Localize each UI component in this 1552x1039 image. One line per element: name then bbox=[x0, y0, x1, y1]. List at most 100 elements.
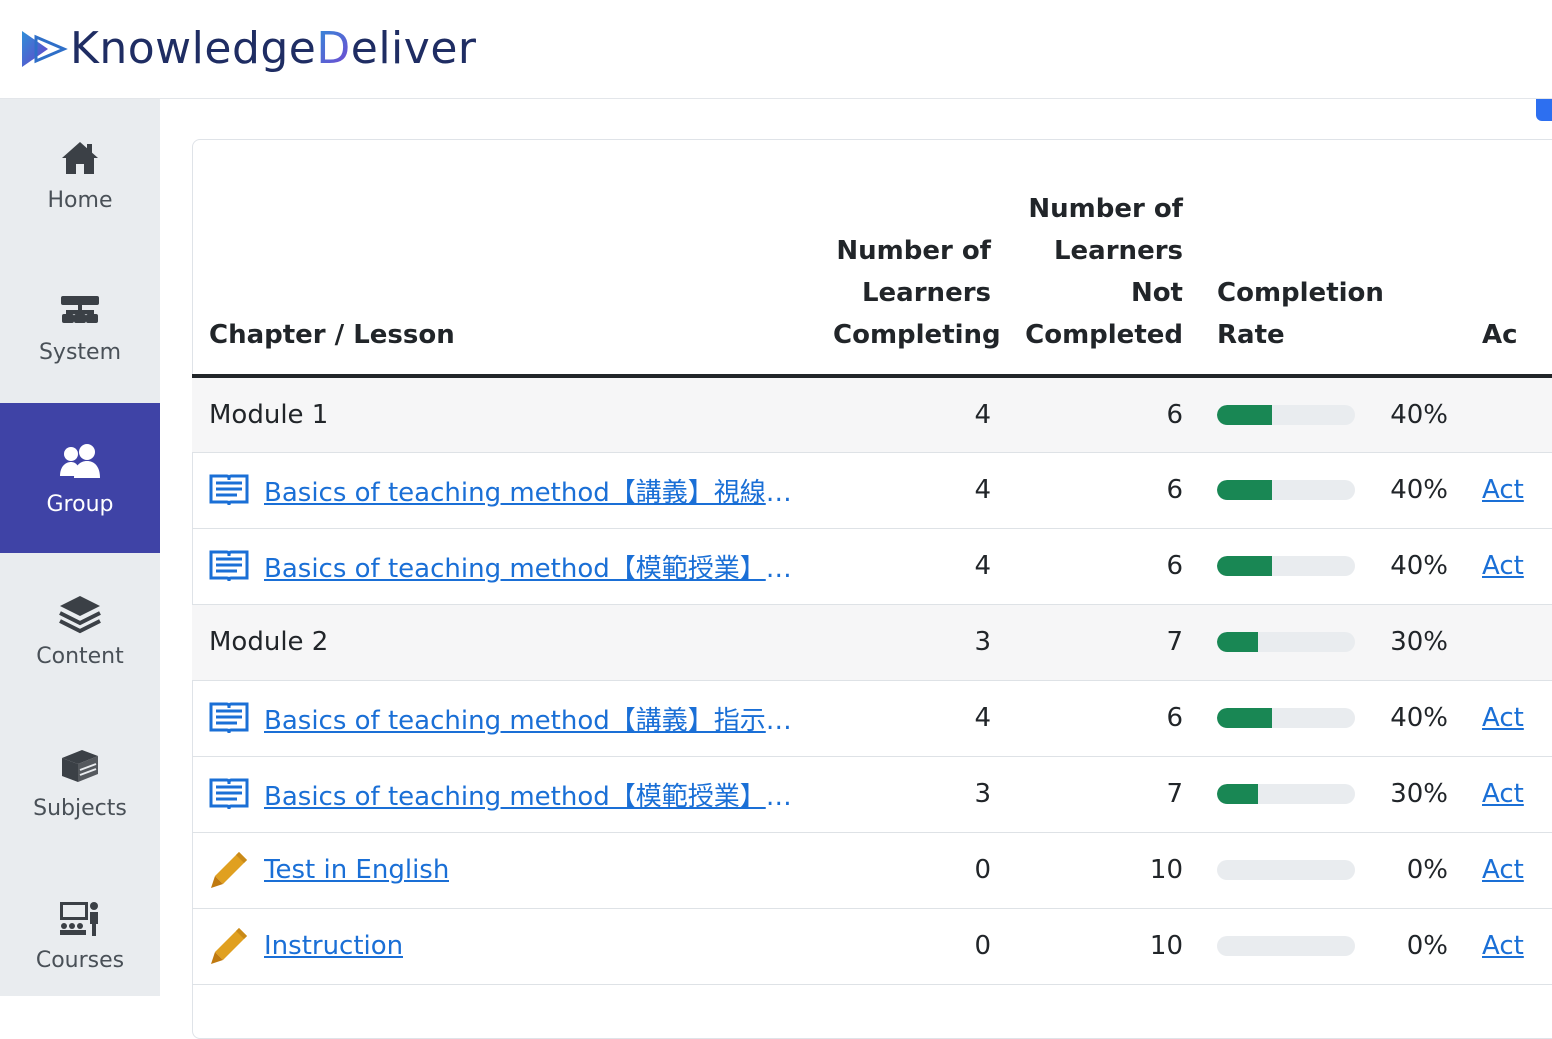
sidebar-item-system[interactable]: System bbox=[0, 251, 160, 401]
pencil-icon bbox=[209, 852, 249, 888]
app-header: KnowledgeDeliver bbox=[0, 0, 1552, 99]
lesson-row: Basics of teaching method【模範授業】指示… 3 7 30% A… bbox=[192, 756, 1552, 833]
column-header-not-completed[interactable]: Number of Learners Not Completed bbox=[1008, 99, 1200, 378]
actions-cell: Act bbox=[1465, 756, 1552, 833]
completion-rate-text: 30% bbox=[1390, 627, 1448, 657]
logo-mark-icon bbox=[22, 31, 68, 67]
lesson-row: Basics of teaching method【講義】視線（集… 4 6 40% A… bbox=[192, 452, 1552, 529]
progress-bar bbox=[1217, 480, 1355, 500]
completion-rate-cell: 40% bbox=[1200, 452, 1465, 529]
actions-cell bbox=[1465, 376, 1552, 453]
progress-bar bbox=[1217, 632, 1355, 652]
action-link[interactable]: Act bbox=[1482, 855, 1524, 885]
book-open-icon bbox=[209, 472, 249, 508]
sidebar-item-group[interactable]: Group bbox=[0, 403, 160, 553]
action-link[interactable]: Act bbox=[1482, 475, 1524, 505]
title-cell: Basics of teaching method【講義】指示（集… bbox=[192, 680, 816, 757]
column-header-completion-rate[interactable]: Completion Rate bbox=[1200, 99, 1465, 378]
brand-logo[interactable]: KnowledgeDeliver bbox=[18, 20, 476, 76]
lesson-row: Test in English 0 10 0% Act bbox=[192, 832, 1552, 909]
not-completed-count: 6 bbox=[1008, 528, 1200, 605]
completion-rate-cell: 30% bbox=[1200, 604, 1465, 681]
module-title: Module 2 bbox=[209, 627, 329, 657]
completing-count: 4 bbox=[816, 528, 1008, 605]
completing-count: 0 bbox=[816, 832, 1008, 909]
book-open-icon bbox=[209, 700, 249, 736]
completion-rate-cell: 40% bbox=[1200, 528, 1465, 605]
sidebar-item-courses[interactable]: Courses bbox=[0, 859, 160, 1009]
actions-cell: Act bbox=[1465, 680, 1552, 757]
progress-bar bbox=[1217, 708, 1355, 728]
book-stack-icon bbox=[58, 744, 102, 788]
module-title: Module 1 bbox=[209, 399, 329, 430]
lesson-link[interactable]: Basics of teaching method【講義】指示（集… bbox=[264, 700, 799, 737]
pencil-icon bbox=[209, 928, 249, 964]
progress-bar-fill bbox=[1217, 784, 1259, 804]
completing-count: 4 bbox=[816, 680, 1008, 757]
column-header-completing[interactable]: Number of Learners Completing bbox=[816, 99, 1008, 378]
lesson-link[interactable]: Test in English bbox=[264, 855, 449, 885]
not-completed-count: 7 bbox=[1008, 604, 1200, 681]
completion-rate-text: 0% bbox=[1406, 931, 1448, 961]
progress-bar-fill bbox=[1217, 632, 1259, 652]
action-link[interactable]: Act bbox=[1482, 551, 1524, 581]
lesson-link[interactable]: Basics of teaching method【模範授業】指示… bbox=[264, 776, 799, 813]
group-icon bbox=[58, 440, 102, 484]
completing-count: 0 bbox=[816, 908, 1008, 985]
completion-table: Chapter / Lesson Number of Learners Comp… bbox=[192, 99, 1552, 985]
lesson-row: Basics of teaching method【模範授業】視線… 4 6 40% A… bbox=[192, 528, 1552, 605]
actions-cell: Act bbox=[1465, 528, 1552, 605]
sidebar-item-label: Group bbox=[46, 491, 114, 517]
system-icon bbox=[58, 288, 102, 332]
progress-bar bbox=[1217, 784, 1355, 804]
sidebar-item-label: System bbox=[38, 339, 122, 365]
not-completed-count: 6 bbox=[1008, 680, 1200, 757]
book-open-icon bbox=[209, 776, 249, 812]
actions-cell: Act bbox=[1465, 908, 1552, 985]
action-link[interactable]: Act bbox=[1482, 931, 1524, 961]
completion-rate-text: 0% bbox=[1406, 855, 1448, 885]
action-link[interactable]: Act bbox=[1482, 703, 1524, 733]
module-row: Module 1 4 6 40% bbox=[192, 376, 1552, 453]
lesson-row: Basics of teaching method【講義】指示（集… 4 6 40% A… bbox=[192, 680, 1552, 757]
sidebar-item-home[interactable]: Home bbox=[0, 99, 160, 249]
completing-count: 3 bbox=[816, 604, 1008, 681]
completion-rate-cell: 40% bbox=[1200, 680, 1465, 757]
progress-bar bbox=[1217, 860, 1355, 880]
title-cell: Basics of teaching method【模範授業】視線… bbox=[192, 528, 816, 605]
title-cell: Basics of teaching method【模範授業】指示… bbox=[192, 756, 816, 833]
sidebar-item-content[interactable]: Content bbox=[0, 555, 160, 705]
completion-rate-cell: 40% bbox=[1200, 376, 1465, 453]
title-cell: Instruction bbox=[192, 908, 816, 985]
progress-bar-fill bbox=[1217, 708, 1273, 728]
sidebar-item-label: Courses bbox=[35, 947, 125, 973]
sidebar-item-subjects[interactable]: Subjects bbox=[0, 707, 160, 857]
action-link[interactable]: Act bbox=[1482, 779, 1524, 809]
book-open-icon bbox=[209, 548, 249, 584]
module-row: Module 2 3 7 30% bbox=[192, 604, 1552, 681]
actions-cell bbox=[1465, 604, 1552, 681]
lesson-link[interactable]: Basics of teaching method【講義】視線（集… bbox=[264, 472, 799, 509]
completion-rate-cell: 0% bbox=[1200, 832, 1465, 909]
layers-icon bbox=[58, 592, 102, 636]
not-completed-count: 7 bbox=[1008, 756, 1200, 833]
completion-rate-cell: 0% bbox=[1200, 908, 1465, 985]
progress-bar-fill bbox=[1217, 480, 1273, 500]
completing-count: 4 bbox=[816, 452, 1008, 529]
progress-bar bbox=[1217, 404, 1355, 425]
teacher-icon bbox=[58, 896, 102, 940]
lesson-row: Instruction 0 10 0% Act bbox=[192, 908, 1552, 985]
actions-cell: Act bbox=[1465, 452, 1552, 529]
sidebar-item-label: Home bbox=[47, 187, 113, 213]
completing-count: 3 bbox=[816, 756, 1008, 833]
actions-cell: Act bbox=[1465, 832, 1552, 909]
column-header-actions: Ac bbox=[1465, 99, 1552, 378]
completion-rate-text: 30% bbox=[1390, 779, 1448, 809]
main-content: Chapter / Lesson Number of Learners Comp… bbox=[160, 99, 1552, 1039]
progress-bar-fill bbox=[1217, 556, 1273, 576]
column-header-lesson[interactable]: Chapter / Lesson bbox=[192, 99, 816, 378]
lesson-link[interactable]: Instruction bbox=[264, 931, 403, 961]
completion-rate-text: 40% bbox=[1390, 551, 1448, 581]
progress-bar bbox=[1217, 556, 1355, 576]
lesson-link[interactable]: Basics of teaching method【模範授業】視線… bbox=[264, 548, 799, 585]
